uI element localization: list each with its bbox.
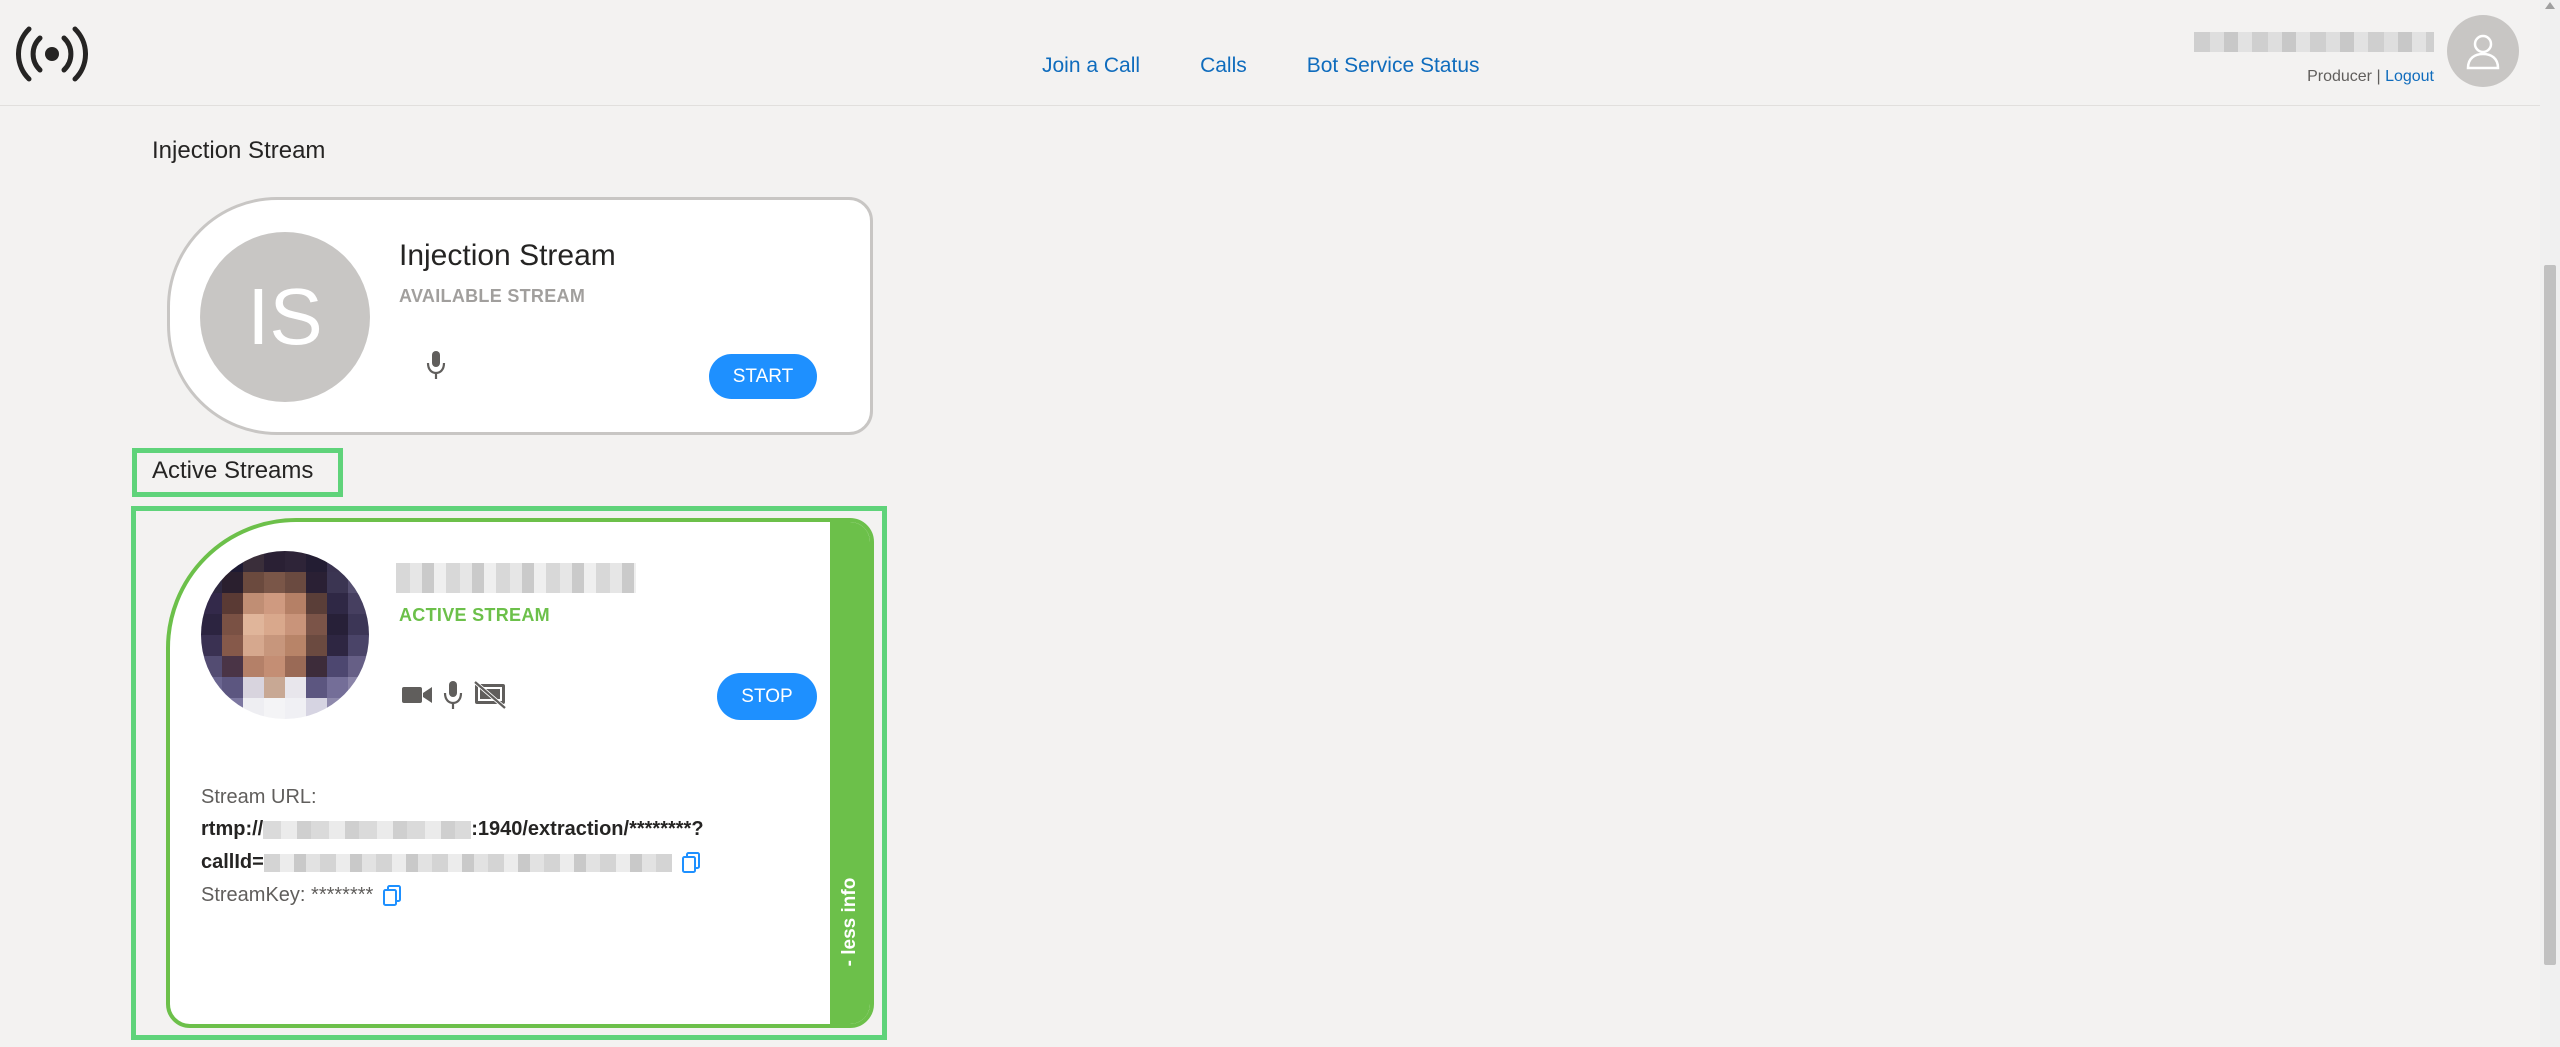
user-info: Producer | Logout — [2194, 32, 2434, 86]
scroll-up-icon[interactable] — [2545, 2, 2555, 9]
participant-name-redacted — [396, 563, 636, 593]
stream-url-line-2: callId= — [201, 851, 700, 874]
copy-icon[interactable] — [383, 884, 402, 907]
less-info-label: - less info — [839, 877, 860, 967]
callid-redacted — [263, 853, 672, 872]
active-section-title: Active Streams — [152, 457, 314, 484]
page-scrollbar[interactable] — [2540, 0, 2560, 1047]
user-meta: Producer | Logout — [2194, 68, 2434, 86]
app-header: Join a Call Calls Bot Service Status Pro… — [0, 0, 2560, 106]
user-avatar-icon[interactable] — [2447, 15, 2519, 87]
microphone-icon — [438, 676, 468, 714]
screen-share-off-icon — [471, 678, 509, 712]
stream-url-line-1: rtmp:// :1940/extraction/********? — [201, 818, 704, 841]
video-camera-icon — [400, 680, 434, 710]
user-name-redacted — [2194, 32, 2434, 52]
nav-join-call[interactable]: Join a Call — [1042, 54, 1140, 78]
participant-avatar — [201, 551, 369, 719]
main-nav: Join a Call Calls Bot Service Status — [1042, 54, 1540, 78]
less-info-toggle[interactable]: - less info — [830, 522, 870, 1024]
stream-url-label: Stream URL: — [201, 786, 317, 808]
stream-initials-avatar: IS — [200, 232, 370, 402]
stream-host-redacted — [263, 820, 472, 839]
available-stream-label: AVAILABLE STREAM — [399, 286, 586, 306]
injection-stream-name: Injection Stream — [399, 239, 616, 272]
injection-section-title: Injection Stream — [152, 137, 326, 164]
nav-calls[interactable]: Calls — [1200, 54, 1247, 78]
user-separator: | — [2376, 68, 2381, 85]
callid-prefix: callId= — [201, 851, 264, 873]
broadcast-icon[interactable] — [16, 22, 88, 86]
active-stream-label: ACTIVE STREAM — [399, 605, 550, 625]
scrollbar-thumb[interactable] — [2544, 265, 2556, 965]
copy-icon[interactable] — [681, 851, 700, 874]
stream-key-label: StreamKey: ******** — [201, 884, 374, 906]
stream-key-line: StreamKey: ******** — [201, 884, 402, 907]
user-role: Producer — [2307, 68, 2372, 85]
logout-link[interactable]: Logout — [2385, 68, 2434, 85]
start-button[interactable]: START — [709, 354, 817, 399]
nav-bot-service-status[interactable]: Bot Service Status — [1307, 54, 1480, 78]
stop-button[interactable]: STOP — [717, 673, 817, 720]
stream-url-suffix: :1940/extraction/********? — [471, 818, 704, 840]
stream-url-prefix: rtmp:// — [201, 818, 264, 840]
microphone-icon — [421, 347, 451, 383]
